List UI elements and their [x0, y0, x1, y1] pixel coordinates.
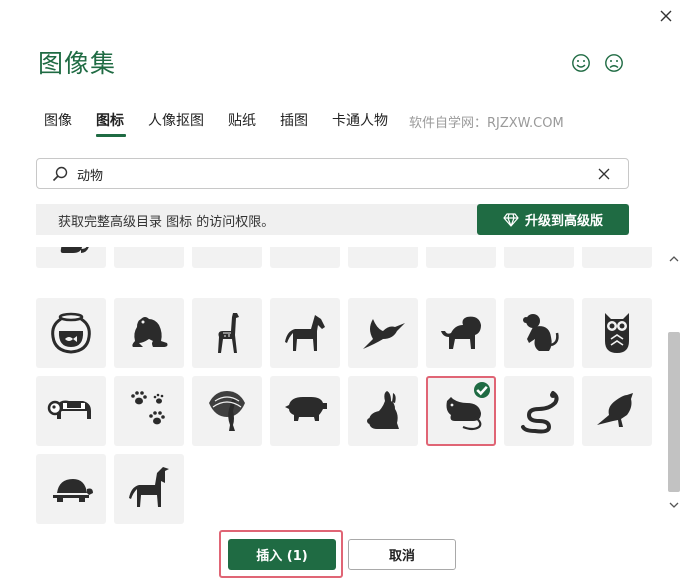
- frog-icon: [132, 317, 168, 347]
- insert-button[interactable]: 插入 (1): [228, 539, 336, 570]
- icon-tile-frog[interactable]: [114, 298, 184, 368]
- cow-icon: [125, 247, 173, 257]
- feedback-smile-button[interactable]: [571, 53, 591, 73]
- tab-stickers[interactable]: 贴纸: [228, 110, 256, 130]
- icon-tile-turtle[interactable]: [36, 454, 106, 524]
- tab-illustrations[interactable]: 插图: [280, 110, 308, 130]
- icon-tile-horse-partial[interactable]: [348, 247, 418, 268]
- cancel-button[interactable]: 取消: [348, 539, 456, 570]
- horse-partial-icon: [359, 247, 407, 257]
- peacock-icon: [209, 391, 245, 431]
- icon-tile-horse[interactable]: [270, 298, 340, 368]
- lion-icon: [441, 316, 481, 349]
- feedback-frown-button[interactable]: [604, 53, 624, 73]
- diamond-icon: [503, 212, 519, 227]
- unicorn-icon: [129, 467, 169, 507]
- promo-text: 获取完整高级目录 图标 的访问权限。: [58, 215, 275, 230]
- frown-face-icon: [605, 54, 623, 72]
- close-icon: [660, 10, 672, 22]
- search-box: [36, 158, 629, 189]
- icon-tile-pig[interactable]: [270, 376, 340, 446]
- icon-tile-owl[interactable]: [582, 298, 652, 368]
- icon-tile-cow[interactable]: [114, 247, 184, 268]
- turtle-icon: [53, 479, 93, 502]
- grid-scrollbar[interactable]: [665, 248, 683, 518]
- scroll-thumb[interactable]: [668, 332, 680, 492]
- icon-tile-cat[interactable]: [36, 247, 106, 268]
- tab-cutout-people[interactable]: 人像抠图: [148, 110, 204, 130]
- icon-tile-unicorn[interactable]: [114, 454, 184, 524]
- scroll-down-button[interactable]: [665, 498, 683, 512]
- close-button[interactable]: [654, 4, 678, 28]
- cat-icon: [60, 247, 89, 253]
- hummingbird-icon: [363, 319, 405, 349]
- panda-icon: [47, 400, 91, 419]
- clear-icon[interactable]: [595, 165, 613, 183]
- icon-tile-lion[interactable]: [426, 298, 496, 368]
- icon-tile-chicken[interactable]: [426, 247, 496, 268]
- tab-images[interactable]: 图像: [44, 110, 72, 130]
- chevron-down-icon: [669, 502, 679, 508]
- lizard-icon: [281, 247, 329, 257]
- icon-tile-hummingbird[interactable]: [348, 298, 418, 368]
- chevron-up-icon: [669, 256, 679, 262]
- bird-icon: [597, 393, 633, 427]
- icon-tile-lizard[interactable]: [270, 247, 340, 268]
- rabbit-icon: [367, 391, 399, 429]
- chicken-icon: [437, 247, 485, 257]
- search-input[interactable]: [77, 163, 577, 185]
- icon-tile-fish[interactable]: [582, 247, 652, 268]
- smile-face-icon: [572, 54, 590, 72]
- icon-tile-bird[interactable]: [582, 376, 652, 446]
- icon-tile-peacock[interactable]: [192, 376, 262, 446]
- tab-icons[interactable]: 图标: [96, 110, 124, 130]
- snake-icon: [521, 391, 559, 434]
- upgrade-button-label: 升级到高级版: [524, 214, 603, 229]
- horse-icon: [285, 315, 325, 351]
- icon-tile-rat[interactable]: [426, 376, 496, 446]
- icon-tile-fishbowl[interactable]: [36, 298, 106, 368]
- owl-icon: [605, 313, 629, 353]
- upgrade-button[interactable]: 升级到高级版: [477, 204, 629, 235]
- premium-promo-bar: 获取完整高级目录 图标 的访问权限。 升级到高级版: [36, 204, 629, 235]
- scroll-up-button[interactable]: [665, 252, 683, 266]
- elephant-icon: [515, 247, 563, 257]
- icon-tile-rabbit[interactable]: [348, 376, 418, 446]
- icon-tile-elephant[interactable]: [504, 247, 574, 268]
- icon-tile-giraffe[interactable]: [192, 298, 262, 368]
- icon-grid: [36, 247, 658, 530]
- icon-tile-panda[interactable]: [36, 376, 106, 446]
- fish-icon: [593, 247, 641, 257]
- crab-icon: [203, 247, 251, 257]
- pig-icon: [285, 397, 327, 421]
- dialog-title: 图像集: [38, 49, 117, 78]
- icon-tile-snake[interactable]: [504, 376, 574, 446]
- icon-tile-paw-prints[interactable]: [114, 376, 184, 446]
- watermark-text: 软件自学网：RJZXW.COM: [409, 116, 564, 131]
- active-tab-indicator: [96, 134, 126, 137]
- fishbowl-icon: [51, 312, 91, 354]
- monkey-icon: [523, 314, 559, 351]
- search-icon: [52, 166, 68, 182]
- paw-prints-icon: [131, 391, 165, 425]
- icon-tile-monkey[interactable]: [504, 298, 574, 368]
- icon-tile-crab[interactable]: [192, 247, 262, 268]
- selected-check-icon: [474, 382, 490, 398]
- tab-cartoon-people[interactable]: 卡通人物: [332, 110, 388, 130]
- giraffe-icon: [218, 313, 239, 353]
